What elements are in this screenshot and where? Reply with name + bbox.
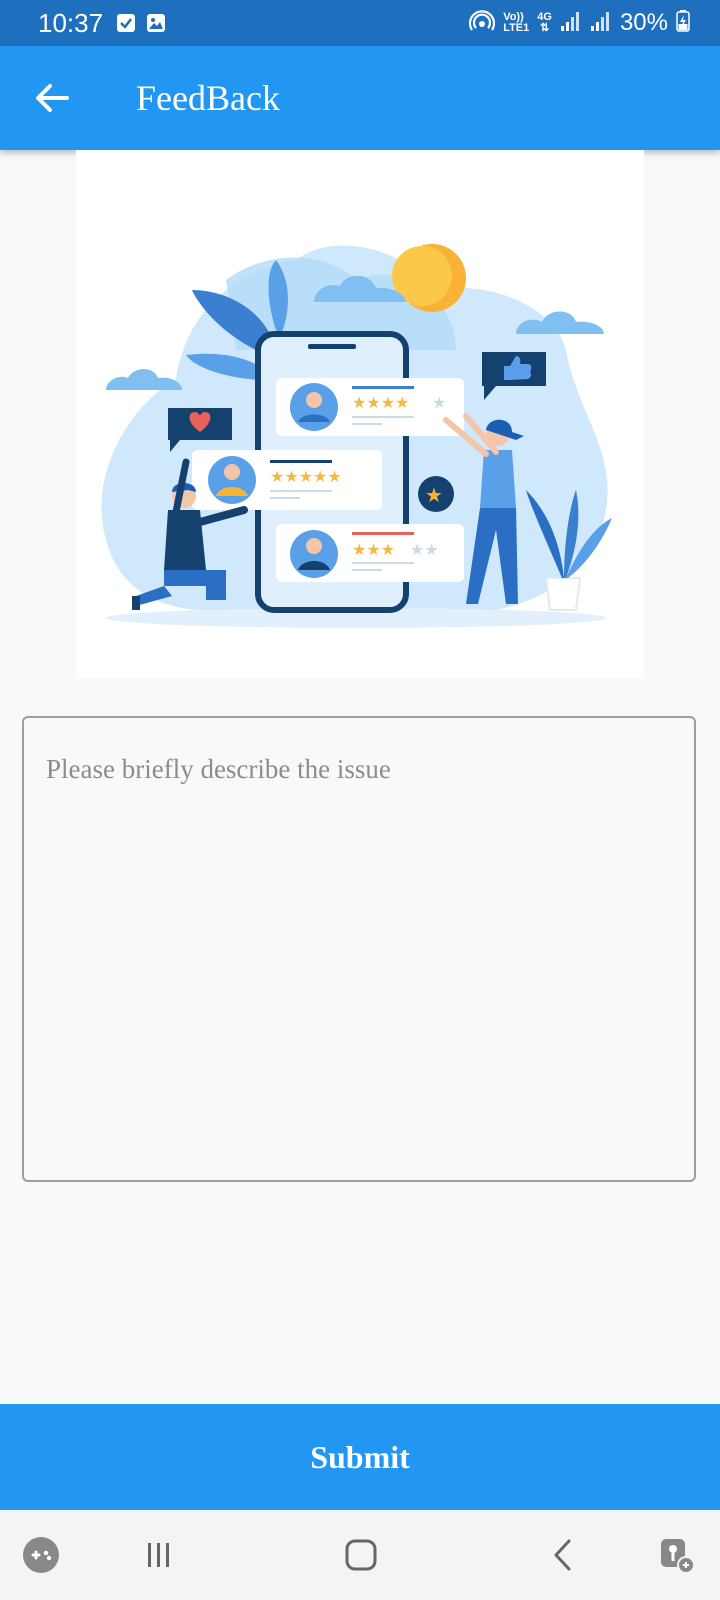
feedback-review-illustration: ★★★★ ★ ★★★★★ ★★★ ★★ ★ [101, 244, 612, 628]
feedback-illustration: ★★★★ ★ ★★★★★ ★★★ ★★ ★ [76, 150, 644, 678]
game-tools-icon [23, 1537, 59, 1573]
page-title: FeedBack [136, 78, 280, 118]
app-bar: FeedBack [0, 46, 720, 150]
back-nav-button[interactable] [540, 1532, 586, 1578]
checkbox-notification-icon [116, 13, 136, 38]
home-button[interactable] [338, 1532, 384, 1578]
battery-percentage: 30% [619, 9, 668, 36]
accessibility-button[interactable] [654, 1532, 700, 1578]
submit-button[interactable]: Submit [0, 1404, 720, 1510]
arrow-left-icon [36, 84, 69, 112]
feedback-input[interactable] [24, 718, 694, 1180]
notification-icons [116, 13, 166, 38]
back-button[interactable] [30, 76, 74, 120]
accessibility-icon [661, 1539, 695, 1574]
volte-indicator: Vo)) LTE1 [503, 11, 530, 34]
status-time: 10:37 [38, 8, 104, 38]
feedback-text-area[interactable] [22, 716, 696, 1182]
hotspot-icon [469, 9, 496, 37]
svg-text:★: ★ [432, 393, 446, 412]
system-nav-bar [0, 1510, 720, 1600]
svg-text:★★★: ★★★ [352, 540, 395, 559]
svg-text:★★★★★: ★★★★★ [270, 467, 342, 486]
svg-text:★: ★ [425, 483, 443, 507]
status-bar: 10:37 Vo)) LTE1 4G ⇅ 30% [0, 0, 720, 46]
network-type-indicator: 4G ⇅ [537, 11, 552, 34]
svg-text:★★: ★★ [410, 540, 439, 559]
svg-text:★★★★: ★★★★ [352, 393, 409, 412]
recent-apps-icon [148, 1543, 169, 1567]
status-right-icons: Vo)) LTE1 4G ⇅ 30% [469, 8, 690, 38]
battery-charging-icon [676, 9, 690, 37]
signal-icon [560, 10, 582, 37]
signal-icon-2 [590, 10, 612, 37]
back-icon [554, 1539, 571, 1571]
game-tools-button[interactable] [18, 1532, 64, 1578]
recent-apps-button[interactable] [136, 1532, 182, 1578]
home-icon [345, 1539, 377, 1571]
image-notification-icon [146, 13, 166, 38]
